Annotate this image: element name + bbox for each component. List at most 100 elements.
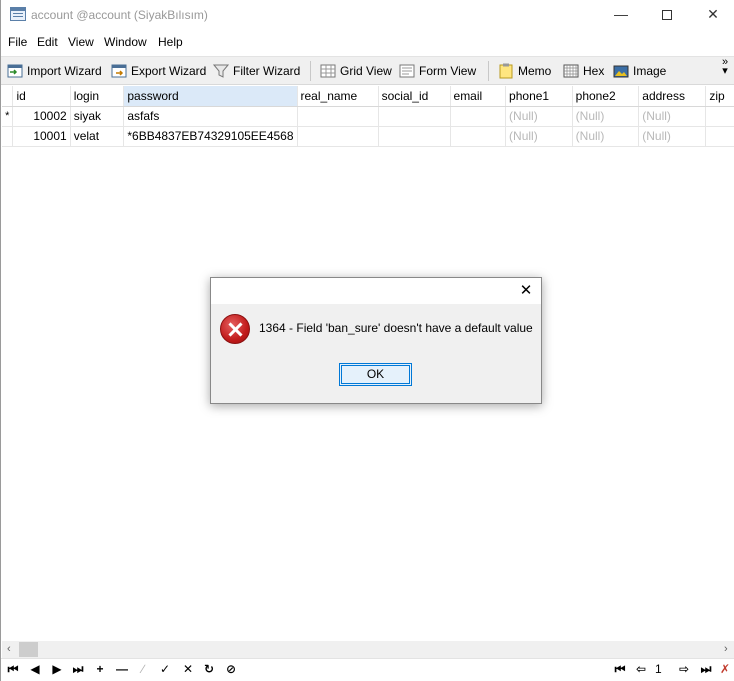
error-icon [220, 314, 250, 344]
settings-tools-icon[interactable]: ✗ [717, 662, 733, 676]
menu-window[interactable]: Window [104, 35, 147, 49]
cell-login[interactable]: siyak [70, 106, 125, 127]
last-page-button[interactable]: ⏭ [698, 662, 714, 677]
column-header-social-id[interactable]: social_id [378, 86, 451, 107]
table-row[interactable]: 10001 velat *6BB4837EB74329105EE4568 (Nu… [2, 126, 734, 147]
dialog-body: 1364 - Field 'ban_sure' doesn't have a d… [211, 304, 541, 403]
table-icon [10, 7, 26, 21]
grid-view-label: Grid View [340, 64, 392, 78]
cell-email[interactable] [450, 106, 507, 127]
close-window-button[interactable]: ✕ [690, 0, 734, 30]
error-dialog: ✕ 1364 - Field 'ban_sure' doesn't have a… [210, 277, 542, 404]
filter-wizard-label: Filter Wizard [233, 64, 301, 78]
page-number-input[interactable]: 1 [651, 661, 673, 678]
menu-edit[interactable]: Edit [37, 35, 58, 49]
column-header-phone1[interactable]: phone1 [505, 86, 573, 107]
last-record-button[interactable]: ⏭ [70, 662, 86, 677]
image-button[interactable]: Image [613, 60, 666, 82]
row-marker [2, 126, 14, 147]
cell-password[interactable]: *6BB4837EB74329105EE4568 [123, 126, 298, 147]
cell-email[interactable] [450, 126, 507, 147]
export-icon [111, 64, 127, 78]
dialog-close-button[interactable]: ✕ [516, 281, 536, 301]
stop-button[interactable]: ⊘ [223, 662, 239, 676]
scroll-right-arrow-icon[interactable]: › [724, 643, 728, 655]
cell-password[interactable]: asfafs [123, 106, 298, 127]
column-header-id[interactable]: id [12, 86, 71, 107]
column-header-login[interactable]: login [70, 86, 125, 107]
refresh-button[interactable]: ↻ [201, 662, 217, 676]
cell-real-name[interactable] [297, 126, 379, 147]
cell-zip[interactable] [705, 106, 734, 127]
column-header-password[interactable]: password [123, 86, 298, 107]
cell-phone1[interactable]: (Null) [505, 106, 573, 127]
cell-social-id[interactable] [378, 106, 451, 127]
cell-address[interactable]: (Null) [638, 106, 707, 127]
column-header-email[interactable]: email [450, 86, 507, 107]
column-header-address[interactable]: address [638, 86, 707, 107]
minimize-button[interactable]: — [598, 0, 644, 30]
delete-record-button[interactable]: — [114, 662, 130, 676]
toolbar-separator [310, 61, 311, 81]
table-row[interactable]: * 10002 siyak asfafs (Null) (Null) (Null… [2, 106, 734, 127]
form-view-button[interactable]: Form View [399, 60, 476, 82]
menu-help[interactable]: Help [158, 35, 183, 49]
menu-bar: File Edit View Window Help [1, 31, 734, 53]
import-icon [7, 64, 23, 78]
column-header-phone2[interactable]: phone2 [572, 86, 640, 107]
scrollbar-thumb[interactable] [19, 642, 38, 657]
menu-view[interactable]: View [68, 35, 94, 49]
cell-phone2[interactable]: (Null) [572, 106, 640, 127]
menu-file[interactable]: File [8, 35, 27, 49]
cell-login[interactable]: velat [70, 126, 125, 147]
next-record-button[interactable]: ▶ [49, 662, 65, 676]
image-icon [613, 65, 629, 78]
horizontal-scrollbar[interactable]: ‹ › [2, 641, 734, 658]
edit-record-button[interactable]: ∕ [135, 662, 151, 676]
filter-wizard-button[interactable]: Filter Wizard [213, 60, 300, 82]
scroll-left-arrow-icon[interactable]: ‹ [7, 643, 11, 655]
import-wizard-label: Import Wizard [27, 64, 102, 78]
ok-button-label: OK [366, 367, 385, 381]
cell-real-name[interactable] [297, 106, 379, 127]
form-icon [399, 64, 415, 78]
maximize-button[interactable] [644, 0, 690, 30]
close-icon: ✕ [707, 6, 719, 22]
ok-button[interactable]: OK [339, 363, 412, 386]
prev-page-button[interactable]: ⇦ [633, 662, 649, 676]
hex-label: Hex [583, 64, 605, 78]
first-record-button[interactable]: ⏮ [5, 662, 21, 677]
cell-address[interactable]: (Null) [638, 126, 707, 147]
import-wizard-button[interactable]: Import Wizard [7, 60, 102, 82]
minimize-icon: — [614, 6, 628, 22]
row-marker: * [2, 106, 14, 127]
hex-button[interactable]: Hex [563, 60, 604, 82]
column-header-zip[interactable]: zip [705, 86, 734, 107]
toolbar: Import Wizard Export Wizard Filter Wizar… [1, 56, 734, 85]
cell-phone2[interactable]: (Null) [572, 126, 640, 147]
cell-id[interactable]: 10002 [12, 106, 71, 127]
toolbar-overflow-button[interactable]: » ▾ [720, 57, 730, 77]
first-page-button[interactable]: ⏮ [612, 662, 628, 677]
cell-id[interactable]: 10001 [12, 126, 71, 147]
memo-icon [499, 63, 513, 79]
cancel-changes-button[interactable]: ✕ [180, 662, 196, 676]
dropdown-arrow-icon: ▾ [722, 65, 728, 77]
window-title: account @account (SiyakBılısım) [31, 8, 208, 22]
add-record-button[interactable]: + [92, 662, 108, 676]
memo-button[interactable]: Memo [498, 60, 551, 82]
grid-header-row: id login password real_name social_id em… [2, 86, 734, 107]
cell-social-id[interactable] [378, 126, 451, 147]
prev-record-button[interactable]: ◀ [27, 662, 43, 676]
column-header-real-name[interactable]: real_name [297, 86, 379, 107]
error-message: 1364 - Field 'ban_sure' doesn't have a d… [259, 321, 533, 335]
dialog-title-bar: ✕ [211, 278, 541, 304]
export-wizard-button[interactable]: Export Wizard [111, 60, 206, 82]
toolbar-separator [488, 61, 489, 81]
grid-table: id login password real_name social_id em… [2, 86, 734, 147]
apply-changes-button[interactable]: ✓ [157, 662, 173, 676]
cell-phone1[interactable]: (Null) [505, 126, 573, 147]
cell-zip[interactable] [705, 126, 734, 147]
next-page-button[interactable]: ⇨ [676, 662, 692, 676]
grid-view-button[interactable]: Grid View [320, 60, 392, 82]
